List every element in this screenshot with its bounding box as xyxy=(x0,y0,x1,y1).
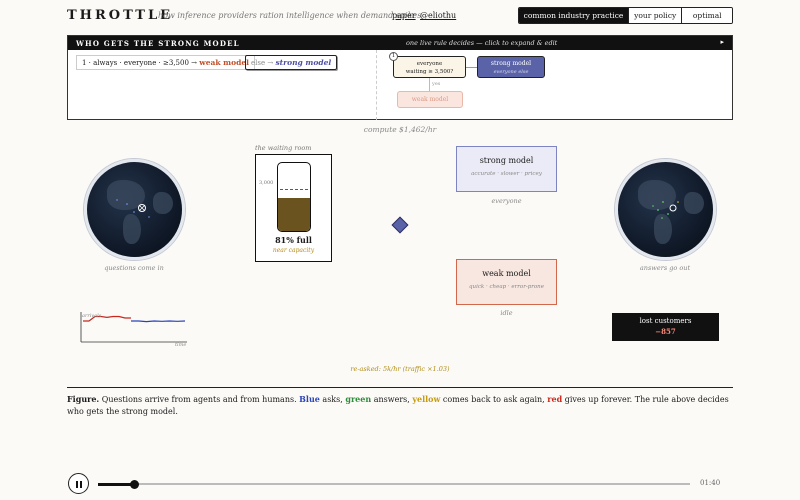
caption-red: red xyxy=(547,394,563,404)
rule-chip[interactable]: 1 · always · everyone · ≥3,500 → weak mo… xyxy=(76,55,255,70)
caption-text: Questions arrive from agents and from hu… xyxy=(99,395,300,404)
rule-panel-hint: one live rule decides — click to expand … xyxy=(406,39,558,47)
lost-customers-panel: lost customers −857 xyxy=(612,313,719,341)
waiting-room-label: the waiting room xyxy=(255,144,312,152)
mode-tabs: common industry practice your policy opt… xyxy=(518,7,733,24)
caption-text: asks, xyxy=(319,395,346,404)
else-prefix: else → xyxy=(251,59,274,67)
lost-customers-value: −857 xyxy=(655,327,676,336)
lost-customers-label: lost customers xyxy=(639,317,692,325)
condition-node[interactable]: everyone waiting ≥ 3,500? xyxy=(393,56,466,78)
else-target: strong model xyxy=(275,58,332,67)
author-link[interactable]: @eliothu xyxy=(420,11,456,20)
tagline: how inference providers ration intellige… xyxy=(158,11,422,20)
caption-yellow: yellow xyxy=(412,394,441,404)
spark-label: arrivals xyxy=(82,313,102,319)
router-diamond-icon xyxy=(391,216,409,234)
answer-marker-icon xyxy=(652,201,679,219)
rule-divider xyxy=(376,50,377,120)
figure-caption: Figure. Questions arrive from agents and… xyxy=(67,393,733,418)
rule-panel-header[interactable]: WHO GETS THE STRONG MODEL one live rule … xyxy=(68,36,732,50)
rule-target: weak model xyxy=(199,58,249,67)
strong-model-box: strong model accurate · slower · pricey xyxy=(456,146,557,192)
condition-line-1: everyone xyxy=(416,61,443,67)
weak-model-name: weak model xyxy=(482,269,531,278)
tab-your-policy[interactable]: your policy xyxy=(627,8,682,23)
tank-scale-label: 3,000 xyxy=(259,180,274,186)
compute-cost: compute $1,462/hr xyxy=(363,125,437,134)
rule-panel[interactable]: WHO GETS THE STRONG MODEL one live rule … xyxy=(67,35,733,120)
weak-model-box: weak model quick · cheap · error-prone xyxy=(456,259,557,305)
strong-model-node[interactable]: strong model everyone else xyxy=(477,56,545,78)
weak-model-traits: quick · cheap · error-prone xyxy=(469,284,544,290)
rule-number-badge: 1 xyxy=(389,52,398,61)
reasked-rate: re-asked: 5k/hr (traffic ×1.03) xyxy=(350,365,450,373)
queue-fill-percent: 81% full xyxy=(275,235,312,245)
condition-line-2: waiting ≥ 3,500? xyxy=(405,69,454,75)
outgoing-caption: answers go out xyxy=(639,264,691,272)
strong-model-state: everyone xyxy=(491,197,522,205)
threshold-line xyxy=(280,189,308,191)
queue-tank xyxy=(277,162,311,232)
expand-caret-icon[interactable]: ▸ xyxy=(720,38,724,46)
yes-connector xyxy=(429,78,430,92)
timeline-progress xyxy=(98,482,134,486)
yes-label: yes xyxy=(432,81,441,87)
strong-model-traits: accurate · slower · pricey xyxy=(471,171,542,177)
pause-button[interactable] xyxy=(68,473,89,494)
incoming-caption: questions come in xyxy=(104,264,164,272)
time-readout: 01:40 xyxy=(700,479,721,487)
tab-common-practice[interactable]: common industry practice xyxy=(519,8,628,23)
caption-divider xyxy=(67,387,733,388)
spark-blue-series xyxy=(131,320,186,323)
no-connector xyxy=(466,67,477,68)
rule-panel-title: WHO GETS THE STRONG MODEL xyxy=(76,39,240,48)
caption-blue: Blue xyxy=(299,394,320,404)
caption-lead: Figure. xyxy=(67,394,100,404)
strong-model-name: strong model xyxy=(479,156,534,165)
caption-green: green xyxy=(345,394,372,404)
caption-text: answers, xyxy=(371,395,413,404)
timeline-scrubber[interactable] xyxy=(98,479,690,489)
strong-node-sub: everyone else xyxy=(493,69,529,75)
arrival-marker-icon xyxy=(116,199,150,218)
caption-text: comes back to ask again, xyxy=(440,395,548,404)
strong-node-label: strong model xyxy=(490,60,532,67)
outgoing-globe xyxy=(615,159,716,260)
timeline-handle[interactable] xyxy=(129,479,139,489)
rule-condition: 1 · always · everyone · ≥3,500 → xyxy=(82,59,198,67)
tab-optimal[interactable]: optimal xyxy=(681,8,732,23)
paper-link[interactable]: paper xyxy=(392,11,416,20)
weak-model-state: idle xyxy=(500,309,513,317)
spark-time-label: time xyxy=(175,342,187,348)
else-chip[interactable]: else → strong model xyxy=(245,55,338,70)
queue-status: near capacity xyxy=(272,247,315,254)
incoming-globe xyxy=(84,159,185,260)
queue-fill xyxy=(278,198,310,231)
weak-model-node[interactable]: weak model xyxy=(397,91,463,108)
